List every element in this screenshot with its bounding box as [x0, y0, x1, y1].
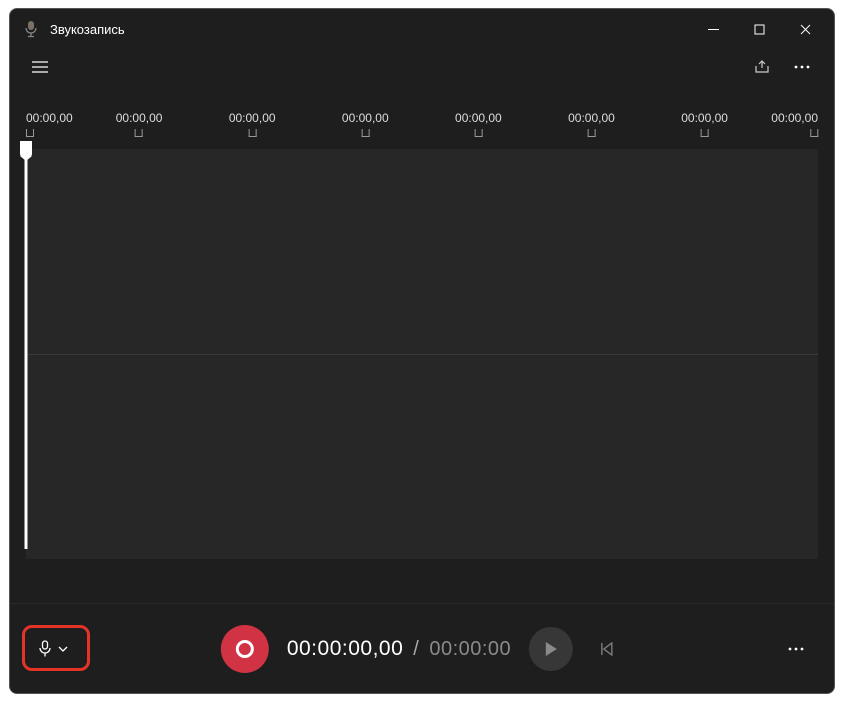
tick-label: 00:00,00 [568, 111, 615, 125]
record-icon [236, 640, 254, 658]
microphone-selector[interactable] [28, 631, 78, 667]
app-title: Звукозапись [50, 22, 125, 37]
tick-label: 00:00,00 [116, 111, 163, 125]
app-icon [24, 21, 38, 37]
playhead[interactable] [26, 141, 38, 549]
minimize-button[interactable] [690, 13, 736, 45]
chevron-down-icon [58, 646, 68, 652]
tick-label: 00:00,00 [229, 111, 276, 125]
titlebar: Звукозапись [10, 9, 834, 49]
maximize-button[interactable] [736, 13, 782, 45]
record-button[interactable] [221, 625, 269, 673]
skip-back-icon [600, 642, 614, 656]
transport-controls: 00:00:00,00 / 00:00:00 [221, 625, 623, 673]
time-separator: / [413, 638, 419, 661]
playhead-line [25, 157, 28, 549]
waveform-midline [26, 354, 818, 355]
close-button[interactable] [782, 13, 828, 45]
play-button[interactable] [529, 627, 573, 671]
more-options-button[interactable] [782, 49, 822, 85]
bottom-bar: 00:00:00,00 / 00:00:00 [10, 603, 834, 693]
share-button[interactable] [742, 49, 782, 85]
bottom-right-controls [776, 631, 816, 667]
play-icon [544, 641, 558, 657]
tick-label: 00:00,00 [455, 111, 502, 125]
waveform-area[interactable] [26, 149, 818, 559]
playhead-handle[interactable] [20, 141, 32, 157]
toolbar [10, 49, 834, 85]
app-window: Звукозапись [9, 8, 835, 694]
tick-label: 00:00,00 [342, 111, 389, 125]
time-current: 00:00:00,00 [287, 637, 403, 661]
window-controls [690, 13, 828, 45]
timeline-ruler[interactable]: 00:00,00 00:00,00 00:00,00 00:00,00 00:0… [10, 85, 834, 141]
menu-button[interactable] [22, 49, 58, 85]
tick-label: 00:00,00 [771, 111, 818, 125]
skip-back-button[interactable] [591, 633, 623, 665]
tick-label: 00:00,00 [26, 111, 73, 125]
time-total: 00:00:00 [429, 638, 511, 661]
time-display: 00:00:00,00 / 00:00:00 [287, 637, 511, 661]
bottom-more-button[interactable] [776, 631, 816, 667]
microphone-icon [38, 640, 52, 658]
tick-label: 00:00,00 [681, 111, 728, 125]
